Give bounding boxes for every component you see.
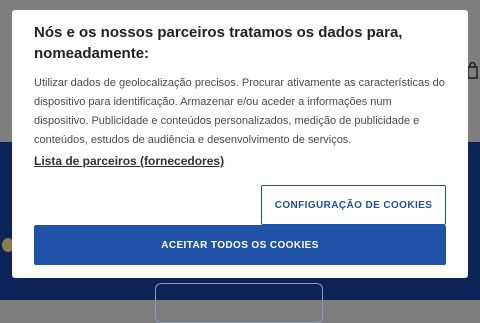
consent-description: Utilizar dados de geolocalização preciso… [34, 77, 445, 146]
partners-list-link[interactable]: Lista de parceiros (fornecedores) [34, 154, 224, 168]
background-button [155, 283, 323, 323]
cookie-consent-dialog: Nós e os nossos parceiros tratamos os da… [12, 10, 468, 278]
cookie-settings-button[interactable]: CONFIGURAÇÃO DE COOKIES [261, 185, 446, 225]
accept-all-cookies-button[interactable]: ACEITAR TODOS OS COOKIES [34, 225, 446, 265]
consent-title: Nós e os nossos parceiros tratamos os da… [34, 24, 403, 62]
